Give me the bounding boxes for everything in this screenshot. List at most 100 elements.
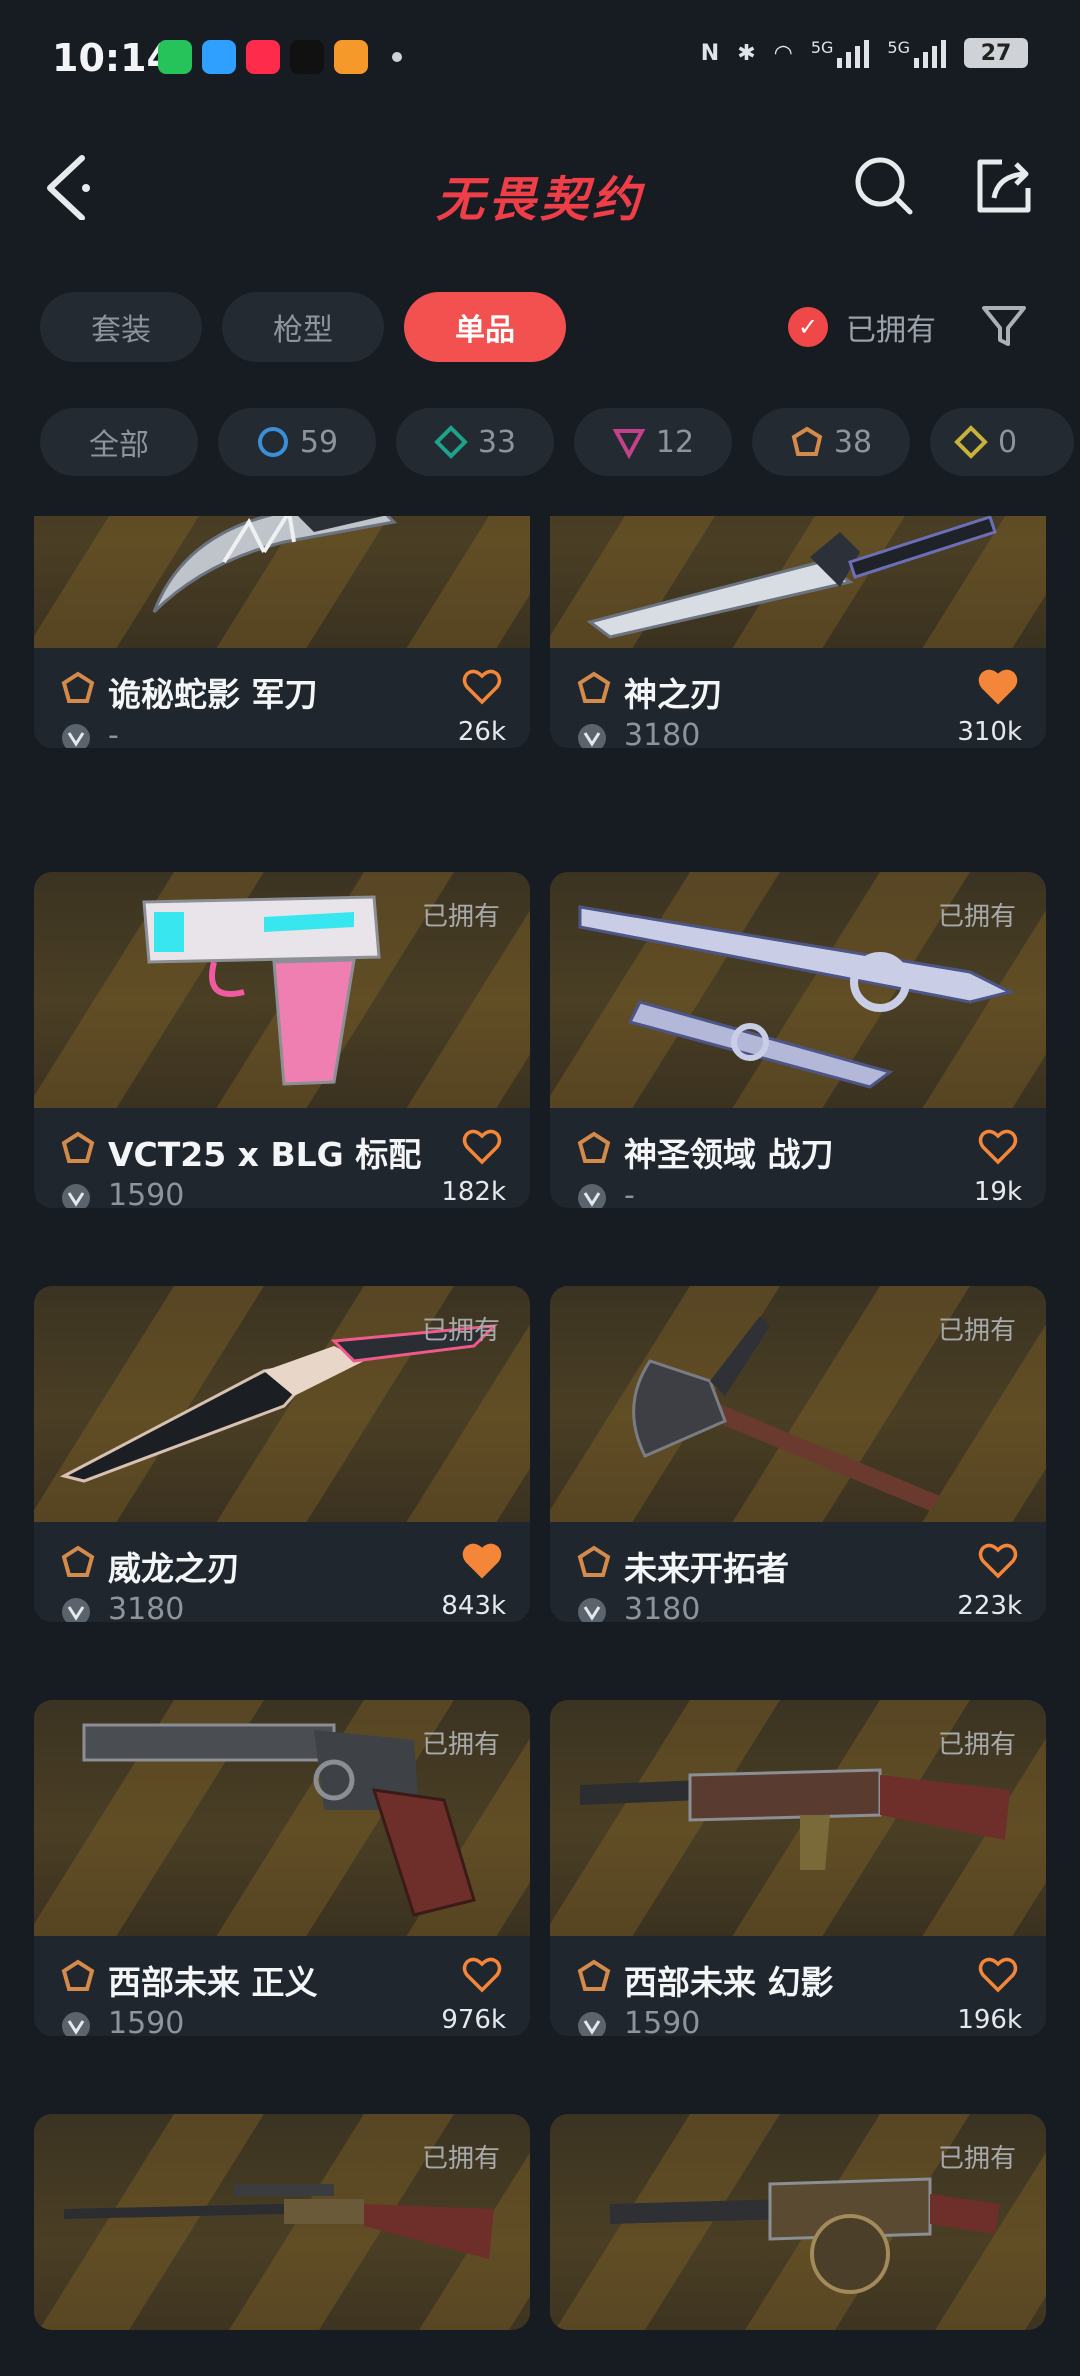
owned-badge: 已拥有 [937,2144,1016,2174]
item-image: 已拥有 [550,872,1046,1108]
signal-icon: 5G [811,38,870,68]
vp-currency-icon [578,1598,606,1622]
sword-image [586,516,997,639]
signal-icon-2: 5G [887,38,946,68]
exclusive-tier-icon [61,1959,95,1991]
notification-icons [158,40,402,74]
heart-outline-icon[interactable] [462,1128,502,1166]
exclusive-tier-icon [791,426,823,456]
chip-exclusive-count: 38 [833,424,873,460]
tab-weapon-types[interactable]: 枪型 [222,292,384,362]
heart-outline-icon[interactable] [462,668,502,706]
like-count: 182k [441,1177,506,1207]
item-name: 神圣领域 战刀 [624,1135,834,1174]
app-header: 无畏契约 [0,120,1080,250]
heart-filled-icon[interactable] [462,1542,502,1580]
vp-currency-icon [578,724,606,748]
like-count: 196k [957,2005,1022,2035]
item-card[interactable]: 已拥有 未来开拓者 3180 223k [550,1286,1046,1622]
share-button[interactable] [972,154,1036,218]
chip-exclusive[interactable]: 38 [752,408,910,476]
like-count: 19k [973,1177,1022,1207]
chip-select[interactable]: 59 [218,408,376,476]
item-card[interactable]: 神之刃 3180 310k [550,516,1046,748]
item-price: 1590 [624,2006,701,2036]
more-notifications-icon [392,52,402,62]
item-image: 已拥有 [34,1700,530,1936]
item-price: - [624,1178,635,1208]
item-card[interactable]: 已拥有 西部未来 幻影 1590 196k [550,1700,1046,2036]
item-price: 3180 [108,1592,185,1622]
item-card[interactable]: 已拥有 西部未来 正义 1590 976k [34,1700,530,2036]
item-card[interactable]: 已拥有 威龙之刃 3180 843k [34,1286,530,1622]
exclusive-tier-icon [577,1959,611,1991]
rarity-filter-chips: 全部 59 33 12 38 0 [40,408,1074,476]
item-image: 已拥有 [550,2114,1046,2330]
wifi-icon: ◠ [773,40,793,66]
vp-currency-icon [578,2012,606,2036]
search-icon [855,157,913,215]
item-image: 已拥有 [34,2114,530,2330]
chip-deluxe[interactable]: 33 [396,408,554,476]
network-type-1: 5G [810,38,834,57]
owned-filter-label: 已拥有 [846,313,936,348]
battery-icon: 27 [964,38,1028,68]
item-price: 1590 [108,1178,185,1208]
owned-badge: 已拥有 [421,902,500,932]
filter-icon [982,306,1026,346]
item-card[interactable]: 已拥有 神圣领域 战刀 - 19k [550,872,1046,1208]
category-tabs: 套装 枪型 单品 [40,292,566,362]
item-card[interactable]: 已拥有 VCT25 x BLG 标配 1590 182k [34,872,530,1208]
chip-ultra[interactable]: 0 [930,408,1074,476]
xiaohongshu-icon [246,40,280,74]
owned-badge: 已拥有 [421,2144,500,2174]
heart-outline-icon[interactable] [462,1956,502,1994]
exclusive-tier-icon [577,1131,611,1163]
chip-premium[interactable]: 12 [574,408,732,476]
item-card[interactable]: 已拥有 [550,2114,1046,2330]
item-price: 1590 [108,2006,185,2036]
vp-currency-icon [62,724,90,748]
chip-ultra-count: 0 [998,424,1018,460]
chip-premium-count: 12 [655,424,695,460]
vp-currency-icon [578,1184,606,1208]
check-icon: ✓ [788,307,828,347]
status-indicators: N ✱ ◠ 5G 5G 27 [701,38,1028,68]
item-name: 诡秘蛇影 军刀 [108,675,318,714]
owned-badge: 已拥有 [421,1730,500,1760]
tab-single-items[interactable]: 单品 [404,292,566,362]
ultra-tier-icon [954,425,988,459]
exclusive-tier-icon [61,1545,95,1577]
item-price: 3180 [624,718,701,748]
wechat-icon [158,40,192,74]
like-count: 310k [957,717,1022,747]
vp-currency-icon [62,1598,90,1622]
exclusive-tier-icon [61,671,95,703]
item-image: 已拥有 [550,1286,1046,1522]
app-logo: 无畏契约 [435,172,644,228]
select-tier-icon [257,427,288,457]
exclusive-tier-icon [61,1131,95,1163]
deluxe-tier-icon [434,425,468,459]
heart-outline-icon[interactable] [978,1956,1018,1994]
item-name: 威龙之刃 [108,1549,240,1588]
item-card[interactable]: 已拥有 [34,2114,530,2330]
search-button[interactable] [852,154,916,218]
like-count: 976k [441,2005,506,2035]
like-count: 843k [441,1591,506,1621]
owned-filter-toggle[interactable]: ✓ 已拥有 [788,305,936,349]
heart-outline-icon[interactable] [978,1128,1018,1166]
status-bar: 10:14 N ✱ ◠ 5G 5G 27 [0,0,1080,120]
chip-deluxe-count: 33 [477,424,517,460]
item-image [550,516,1046,648]
tab-bundles[interactable]: 套装 [40,292,202,362]
item-price: 3180 [624,1592,701,1622]
heart-outline-icon[interactable] [978,1542,1018,1580]
share-icon [977,159,1031,213]
item-name: VCT25 x BLG 标配 [108,1135,422,1174]
item-card[interactable]: 诡秘蛇影 军刀 - 26k [34,516,530,748]
chip-all[interactable]: 全部 [40,408,198,476]
filter-button[interactable] [980,302,1028,350]
owned-badge: 已拥有 [421,1316,500,1346]
heart-filled-icon[interactable] [978,668,1018,706]
